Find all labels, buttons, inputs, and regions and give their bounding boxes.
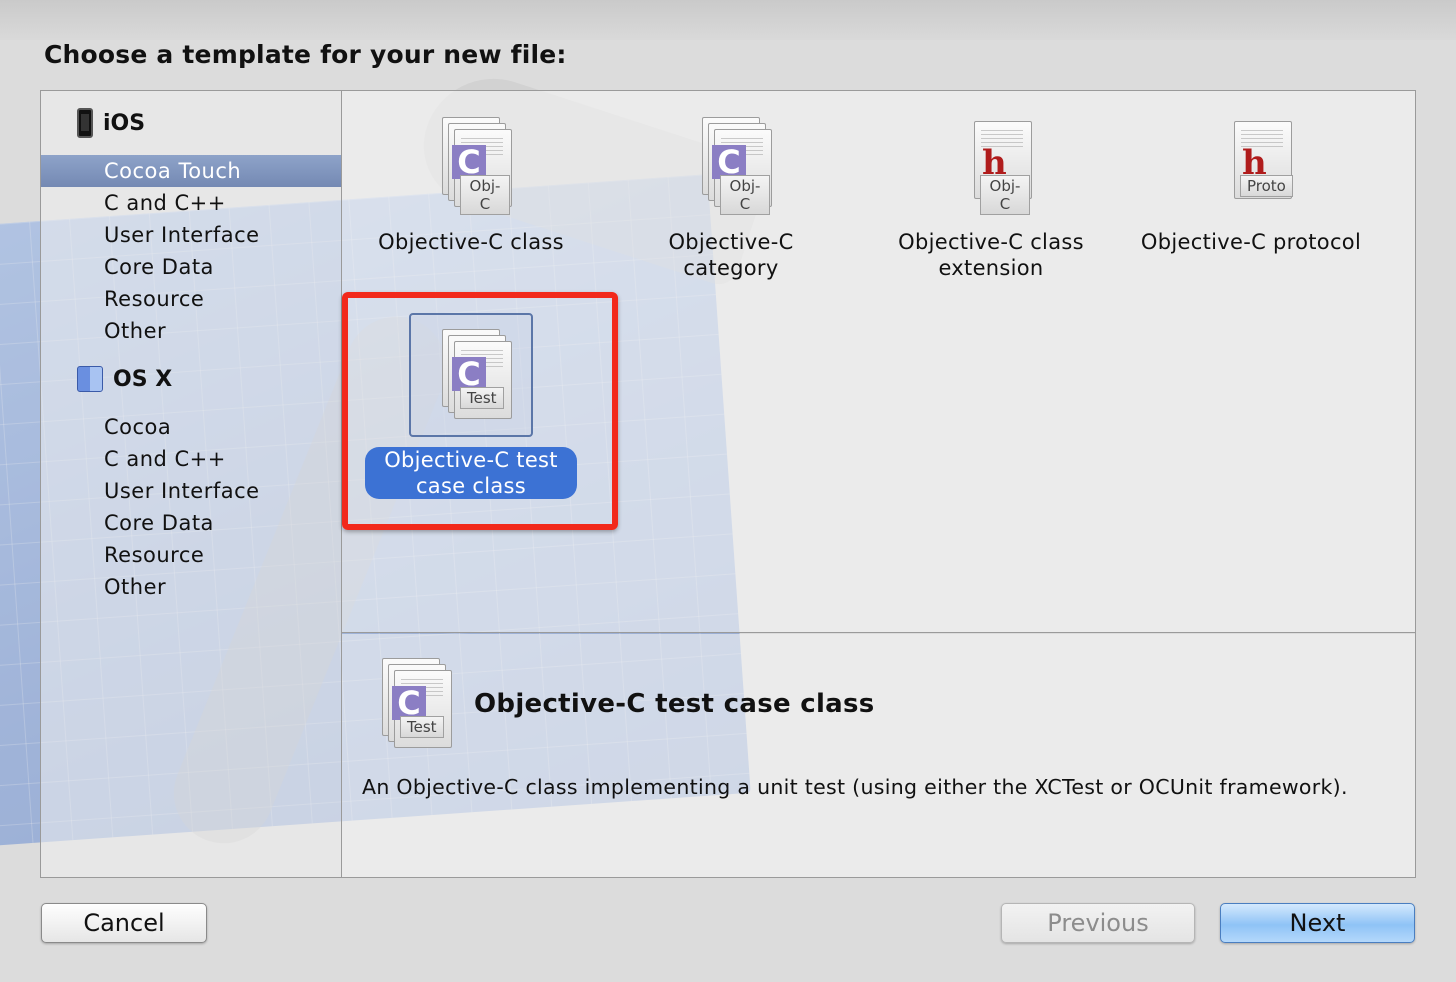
template-objc-class[interactable]: C Obj-C Objective-C class — [351, 117, 591, 255]
sidebar-item-c-and-cpp[interactable]: C and C++ — [41, 443, 341, 475]
header-file-icon: h Obj-C — [952, 117, 1032, 215]
highlight-annotation-box — [342, 292, 618, 530]
sidebar-item-resource[interactable]: Resource — [41, 539, 341, 571]
next-button[interactable]: Next — [1220, 903, 1415, 943]
template-objc-category[interactable]: C Obj-C Objective-C category — [611, 117, 851, 281]
sidebar-item-cocoa[interactable]: Cocoa — [41, 411, 341, 443]
template-label: Objective-C class — [378, 230, 564, 254]
objc-file-icon: C Obj-C — [432, 117, 512, 215]
sidebar-item-user-interface[interactable]: User Interface — [41, 475, 341, 507]
header-file-icon: h Proto — [1212, 117, 1293, 209]
dialog-heading: Choose a template for your new file: — [44, 40, 567, 69]
sidebar-group-label: OS X — [113, 366, 173, 392]
sidebar-item-core-data[interactable]: Core Data — [41, 507, 341, 539]
sidebar-group-ios: iOS — [77, 105, 145, 141]
sidebar-item-other[interactable]: Other — [41, 315, 341, 347]
description-text: An Objective-C class implementing a unit… — [362, 775, 1348, 799]
platform-sidebar: iOS Cocoa Touch C and C++ User Interface… — [41, 91, 342, 877]
sidebar-item-other[interactable]: Other — [41, 571, 341, 603]
sidebar-group-osx: OS X — [77, 361, 172, 397]
template-objc-class-extension[interactable]: h Obj-C Objective-C class extension — [871, 117, 1111, 281]
sidebar-item-core-data[interactable]: Core Data — [41, 251, 341, 283]
sidebar-item-c-and-cpp[interactable]: C and C++ — [41, 187, 341, 219]
previous-button[interactable]: Previous — [1001, 903, 1195, 943]
finder-icon — [77, 366, 103, 392]
template-label: Objective-C protocol — [1140, 230, 1362, 254]
sidebar-item-resource[interactable]: Resource — [41, 283, 341, 315]
window-title-strip — [0, 0, 1456, 40]
objc-file-icon: C Obj-C — [692, 117, 772, 215]
template-label: Objective-C category — [668, 230, 794, 280]
cancel-button[interactable]: Cancel — [41, 903, 207, 943]
sidebar-group-label: iOS — [103, 110, 146, 136]
template-description: C Test Objective-C test case class An Ob… — [342, 634, 1415, 877]
template-label: Objective-C class extension — [898, 230, 1084, 280]
template-chooser-panel: iOS Cocoa Touch C and C++ User Interface… — [40, 90, 1416, 878]
sidebar-item-user-interface[interactable]: User Interface — [41, 219, 341, 251]
sidebar-item-cocoa-touch[interactable]: Cocoa Touch — [41, 155, 341, 187]
iphone-icon — [77, 108, 93, 138]
template-objc-protocol[interactable]: h Proto Objective-C protocol — [1131, 117, 1371, 255]
objc-file-icon: C Test — [372, 658, 452, 750]
description-title: Objective-C test case class — [474, 689, 875, 719]
